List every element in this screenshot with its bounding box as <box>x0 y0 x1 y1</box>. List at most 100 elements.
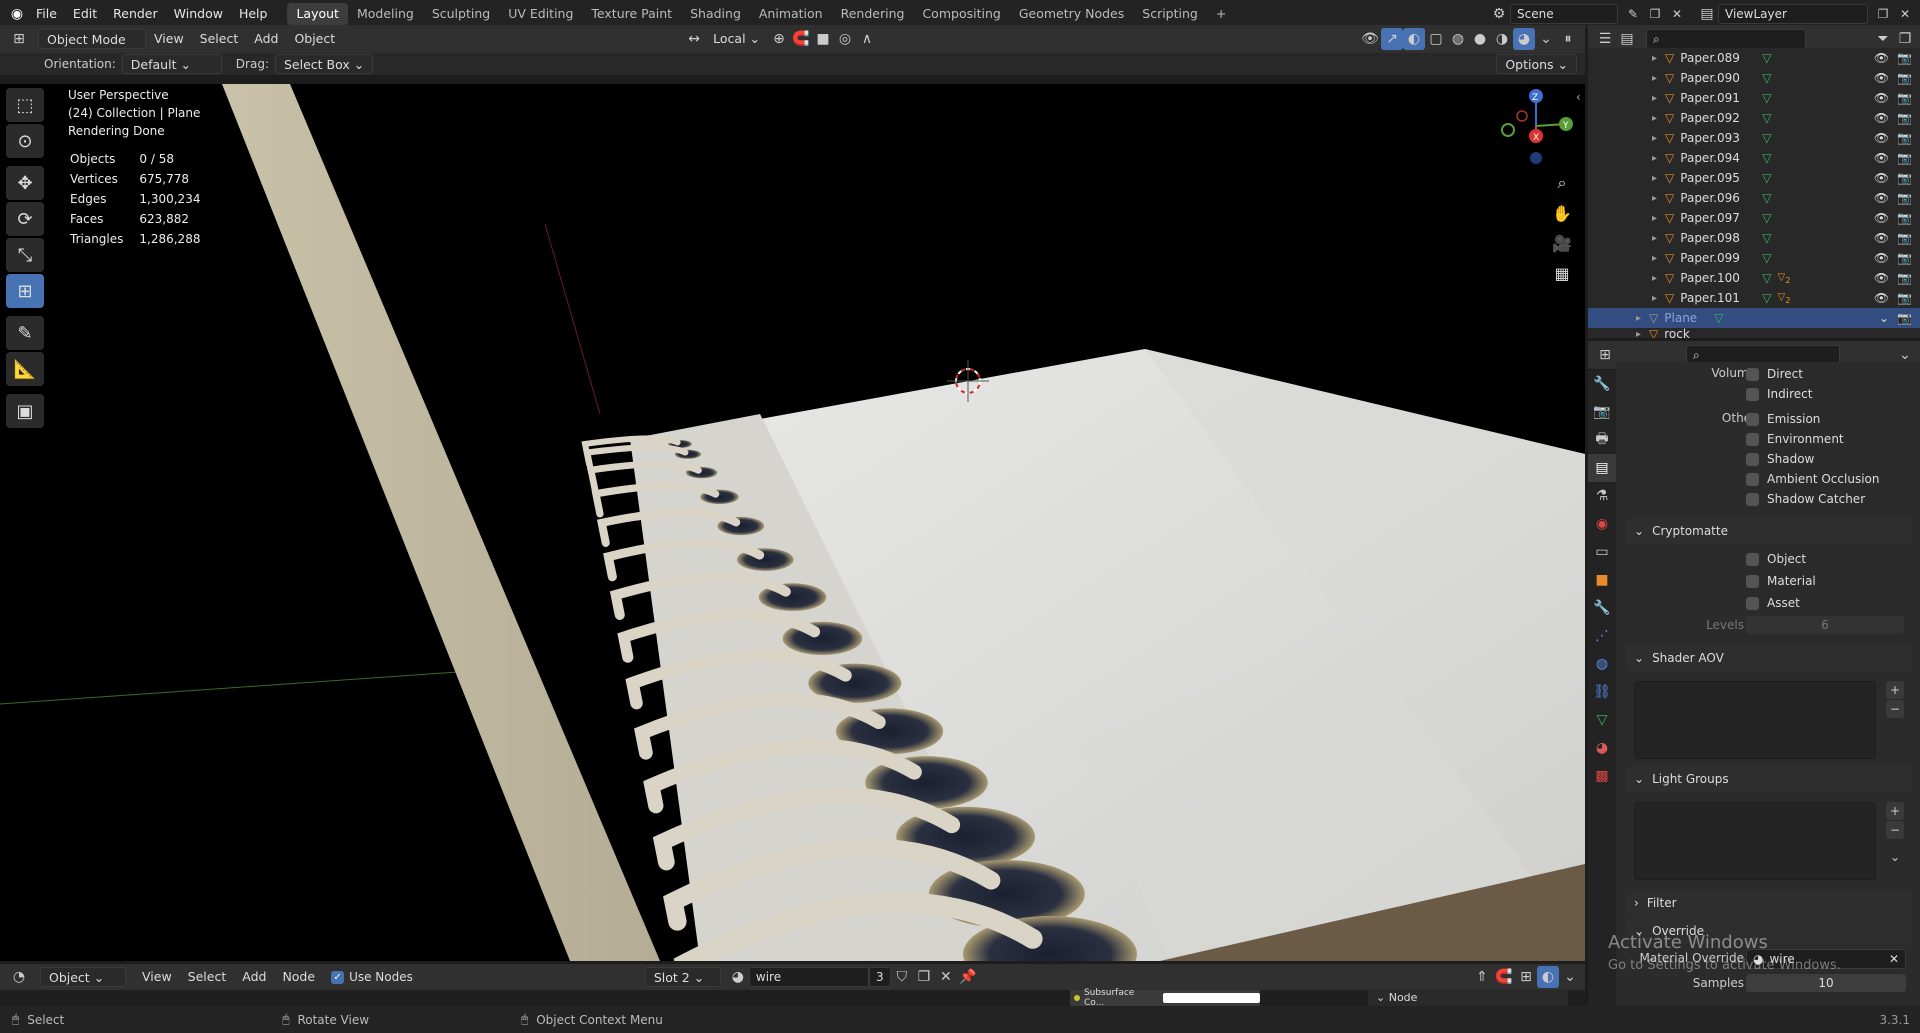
view-layer-tab-icon[interactable]: ▤ <box>1588 454 1616 482</box>
checkbox-crypto-object[interactable]: Object <box>1746 549 1806 569</box>
camera-render-icon[interactable]: 📷 <box>1897 91 1912 105</box>
properties-editor-icon[interactable]: ⊞ <box>1594 344 1616 366</box>
view-layer-field[interactable]: ViewLayer <box>1718 4 1868 24</box>
shader-type-dropdown[interactable]: Object ⌄ <box>40 967 126 987</box>
camera-render-icon[interactable]: 📷 <box>1897 251 1912 265</box>
snap-icon[interactable]: 🧲 <box>790 28 812 50</box>
material-shading-icon[interactable]: ◑ <box>1491 28 1513 50</box>
clear-icon[interactable]: ✕ <box>1889 950 1899 968</box>
render-tab-icon[interactable]: 📷 <box>1588 398 1616 426</box>
material-name-field[interactable]: wire <box>748 967 869 987</box>
3d-viewport[interactable] <box>0 84 1585 961</box>
node-menu-add[interactable]: Add <box>234 967 274 987</box>
node-sidebar-tab[interactable]: ⌄ Node <box>1368 990 1568 1006</box>
camera-render-icon[interactable]: 📷 <box>1897 291 1912 305</box>
camera-render-icon[interactable]: 📷 <box>1897 51 1912 65</box>
expand-arrow-icon[interactable]: ▸ <box>1652 53 1657 64</box>
filter-icon[interactable]: ⏷ <box>1872 28 1894 50</box>
material-tab-icon[interactable]: ◕ <box>1588 734 1616 762</box>
delete-view-layer-icon[interactable]: ✕ <box>1894 3 1916 25</box>
fake-user-icon[interactable]: ⛉ <box>891 966 913 988</box>
data-tab-icon[interactable]: ▽ <box>1588 706 1616 734</box>
collection-tab-icon[interactable]: ▭ <box>1588 538 1616 566</box>
select-box-tool-icon[interactable]: ⬚ <box>6 88 44 122</box>
expand-arrow-icon[interactable]: ▸ <box>1652 253 1657 264</box>
checkbox-emission[interactable]: Emission <box>1746 409 1820 429</box>
checkbox-shadow[interactable]: Shadow <box>1746 449 1814 469</box>
texture-tab-icon[interactable]: ▩ <box>1588 762 1616 790</box>
material-browse-icon[interactable]: ◕ <box>727 966 749 988</box>
camera-render-icon[interactable]: 📷 <box>1897 271 1912 285</box>
shader-aov-panel-header[interactable]: ⌄ Shader AOV <box>1626 645 1912 671</box>
proportional-edit-icon[interactable]: ◎ <box>834 28 856 50</box>
remove-aov-icon[interactable]: − <box>1886 700 1904 718</box>
tool-tab-icon[interactable]: 🔧 <box>1588 370 1616 398</box>
scene-icon[interactable]: ⚙ <box>1488 3 1510 25</box>
camera-render-icon[interactable]: 📷 <box>1897 71 1912 85</box>
outliner-row[interactable]: ▸ ▽ Paper.091 ▽ 👁 📷 <box>1588 88 1920 108</box>
expand-arrow-icon[interactable]: ▸ <box>1652 113 1657 124</box>
zoom-icon[interactable]: ⌕ <box>1547 168 1577 198</box>
new-view-layer-icon[interactable]: ❐ <box>1872 3 1894 25</box>
options-dropdown[interactable]: Options ⌄ <box>1496 54 1577 74</box>
shader-aov-list[interactable] <box>1634 681 1876 759</box>
expand-arrow-icon[interactable]: ▸ <box>1652 133 1657 144</box>
camera-icon[interactable]: 🎥 <box>1547 228 1577 258</box>
outliner-row[interactable]: ▸ ▽ Paper.100 ▽ ▽2 👁 📷 <box>1588 268 1920 288</box>
annotate-tool-icon[interactable]: ✎ <box>6 316 44 350</box>
outliner-search[interactable]: ⌕ <box>1646 29 1806 49</box>
checkbox-shadow-catcher[interactable]: Shadow Catcher <box>1746 489 1865 509</box>
eye-icon[interactable]: 👁 <box>1874 71 1889 85</box>
transform-tool-icon[interactable]: ⊞ <box>6 274 44 308</box>
outliner-row[interactable]: ▸ ▽ Paper.099 ▽ 👁 📷 <box>1588 248 1920 268</box>
outliner-row[interactable]: ▸ ▽ Paper.097 ▽ 👁 📷 <box>1588 208 1920 228</box>
gizmo-toggle-icon[interactable]: ↗ <box>1381 28 1403 50</box>
modifier-tab-icon[interactable]: 🔧 <box>1588 594 1616 622</box>
tab-texture-paint[interactable]: Texture Paint <box>582 3 681 25</box>
outliner-editor-icon[interactable]: ☰ <box>1594 28 1616 50</box>
filter-panel-header[interactable]: › Filter <box>1626 890 1912 916</box>
node-snap-grid-icon[interactable]: ⊞ <box>1515 966 1537 988</box>
physics-tab-icon[interactable]: ◍ <box>1588 650 1616 678</box>
outliner-row[interactable]: ▸ ▽ Paper.094 ▽ 👁 📷 <box>1588 148 1920 168</box>
light-groups-list[interactable] <box>1634 802 1876 880</box>
samples-field[interactable]: 10 <box>1746 974 1906 992</box>
view-layer-icon[interactable]: ▤ <box>1696 3 1718 25</box>
editor-type-icon[interactable]: ⊞ <box>8 28 30 50</box>
object-tab-icon[interactable]: ■ <box>1588 566 1616 594</box>
subsurface-node[interactable]: Subsurface Co... <box>1070 988 1260 1008</box>
camera-render-icon[interactable]: 📷 <box>1897 231 1912 245</box>
outliner-row[interactable]: ▸ ▽ Paper.090 ▽ 👁 📷 <box>1588 68 1920 88</box>
node-overlay-icon[interactable]: ◐ <box>1537 966 1559 988</box>
outliner-row[interactable]: ▸ ▽ Paper.101 ▽ ▽2 👁 📷 <box>1588 288 1920 308</box>
scale-tool-icon[interactable]: ⤡ <box>6 238 44 272</box>
display-mode-icon[interactable]: ▤ <box>1616 28 1638 50</box>
new-scene-icon[interactable]: ❐ <box>1644 3 1666 25</box>
orientation-icon[interactable]: ↔ <box>683 28 705 50</box>
checkbox-environment[interactable]: Environment <box>1746 429 1844 449</box>
checkbox-crypto-material[interactable]: Material <box>1746 571 1816 591</box>
menu-edit[interactable]: Edit <box>65 0 105 28</box>
overlay-toggle-icon[interactable]: ◐ <box>1403 28 1425 50</box>
camera-render-icon[interactable]: 📷 <box>1897 131 1912 145</box>
expand-arrow-icon[interactable]: ▸ <box>1652 213 1657 224</box>
expand-arrow-icon[interactable]: ▸ <box>1652 193 1657 204</box>
rendered-shading-icon[interactable]: ◕ <box>1513 28 1535 50</box>
tab-geometry-nodes[interactable]: Geometry Nodes <box>1010 3 1133 25</box>
delete-scene-icon[interactable]: ✕ <box>1666 3 1688 25</box>
outliner-row[interactable]: ▸ ▽ Paper.095 ▽ 👁 📷 <box>1588 168 1920 188</box>
outliner-row-selected[interactable]: ▸ ▽ Plane ▽ ⌄ 📷 <box>1588 308 1920 328</box>
menu-window[interactable]: Window <box>166 0 231 28</box>
orientation-dropdown[interactable]: Default ⌄ <box>121 54 222 74</box>
tab-animation[interactable]: Animation <box>750 3 832 25</box>
duplicate-material-icon[interactable]: ❐ <box>913 966 935 988</box>
camera-render-icon[interactable]: 📷 <box>1897 151 1912 165</box>
node-menu-view[interactable]: View <box>134 967 180 987</box>
camera-render-icon[interactable]: 📷 <box>1897 191 1912 205</box>
expand-arrow-icon[interactable]: ▸ <box>1652 73 1657 84</box>
pin-icon[interactable]: ✎ <box>1622 3 1644 25</box>
eye-icon[interactable]: 👁 <box>1874 51 1889 65</box>
tab-rendering[interactable]: Rendering <box>832 3 914 25</box>
pan-icon[interactable]: ✋ <box>1547 198 1577 228</box>
checkbox-indirect[interactable]: Indirect <box>1746 384 1812 404</box>
